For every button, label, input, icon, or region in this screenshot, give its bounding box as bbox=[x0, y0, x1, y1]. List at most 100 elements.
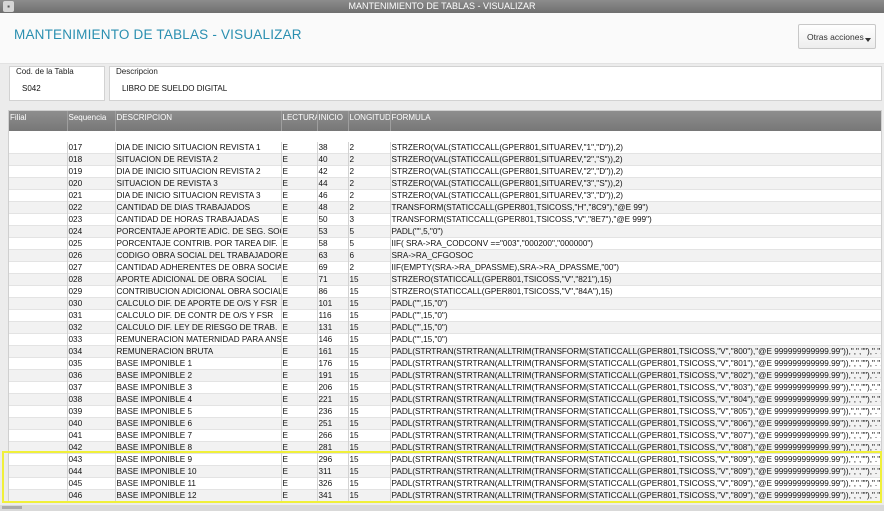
cell-sequencia: 019 bbox=[67, 165, 116, 178]
table-row[interactable]: 045 BASE IMPONIBLE 11 E 326 15 PADL(STRTRAN(S… bbox=[9, 477, 881, 490]
descripcion-field[interactable]: Descripcion LIBRO DE SUELDO DIGITAL bbox=[109, 66, 882, 101]
cell-longitud: 15 bbox=[348, 357, 391, 370]
cell-sequencia: 037 bbox=[67, 381, 116, 394]
data-grid[interactable]: Filial Sequencia DESCRIPCION LECTURA INI… bbox=[8, 110, 882, 502]
cell-sequencia: 020 bbox=[67, 177, 116, 190]
cell-filial bbox=[9, 393, 68, 406]
cell-formula: STRZERO(VAL(STATICCALL(GPER801,SITUAREV,… bbox=[390, 165, 881, 178]
cell-filial bbox=[9, 345, 68, 358]
cell-formula: PADL(STRTRAN(STRTRAN(ALLTRIM(TRANSFORM(S… bbox=[390, 453, 882, 466]
table-row[interactable]: 046 BASE IMPONIBLE 12 E 341 15 PADL(STRTRAN(S… bbox=[9, 489, 881, 501]
table-row[interactable]: 027 CANTIDAD ADHERENTES DE OBRA SOCIAL E 69… bbox=[9, 261, 881, 274]
table-row[interactable]: 039 BASE IMPONIBLE 5 E 236 15 PADL(STRTRAN(ST… bbox=[9, 405, 881, 418]
table-row[interactable]: 018 SITUACION DE REVISTA 2 E 40 2 STRZERO(VAL… bbox=[9, 153, 881, 166]
cell-formula: PADL("",15,"0") bbox=[390, 333, 881, 346]
cell-longitud: 15 bbox=[348, 273, 391, 286]
table-row[interactable]: 024 PORCENTAJE APORTE ADIC. DE SEG. SOC E 5… bbox=[9, 225, 881, 238]
table-row[interactable]: 022 CANTIDAD DE DIAS TRABAJADOS E 48 2 TRANSF… bbox=[9, 201, 881, 214]
table-row[interactable]: 021 DIA DE INICIO SITUACION REVISTA 3 E 46 2… bbox=[9, 189, 881, 202]
cell-descripcion: BASE IMPONIBLE 10 bbox=[115, 465, 282, 478]
cell-filial bbox=[9, 321, 68, 334]
cell-descripcion: REMUNERACION BRUTA bbox=[115, 345, 282, 358]
cell-formula: PADL(STRTRAN(STRTRAN(ALLTRIM(TRANSFORM(S… bbox=[390, 441, 882, 454]
cell-descripcion: BASE IMPONIBLE 5 bbox=[115, 405, 282, 418]
cell-formula: SRA->RA_CFGOSOC bbox=[390, 249, 881, 262]
column-header-formula[interactable]: FORMULA bbox=[390, 111, 881, 131]
cell-descripcion: PORCENTAJE CONTRIB. POR TAREA DIF. bbox=[115, 237, 282, 250]
resize-grip-icon[interactable] bbox=[2, 506, 22, 509]
more-actions-label: Otras acciones bbox=[807, 32, 864, 42]
cell-formula: IIF( SRA->RA_CODCONV =="003","000200","0… bbox=[390, 237, 881, 250]
cell-filial bbox=[9, 213, 68, 226]
cell-longitud: 2 bbox=[348, 177, 391, 190]
cell-lectura: E bbox=[281, 321, 318, 334]
cell-lectura: E bbox=[281, 273, 318, 286]
cell-formula: TRANSFORM(STATICCALL(GPER801,TSICOSS,"V"… bbox=[390, 213, 881, 226]
page-header: MANTENIMIENTO DE TABLAS - VISUALIZAR Otr… bbox=[0, 13, 884, 64]
cell-formula: PADL(STRTRAN(STRTRAN(ALLTRIM(TRANSFORM(S… bbox=[390, 465, 882, 478]
status-bar bbox=[0, 505, 884, 511]
cell-longitud: 15 bbox=[348, 393, 391, 406]
cell-sequencia: 018 bbox=[67, 153, 116, 166]
table-row[interactable]: 036 BASE IMPONIBLE 2 E 191 15 PADL(STRTRAN(ST… bbox=[9, 369, 882, 382]
cell-descripcion: SITUACION DE REVISTA 3 bbox=[115, 177, 282, 190]
cell-longitud: 2 bbox=[348, 261, 391, 274]
table-row[interactable]: 020 SITUACION DE REVISTA 3 E 44 2 STRZERO(VAL… bbox=[9, 177, 881, 190]
table-row-blank[interactable] bbox=[9, 131, 881, 142]
table-row[interactable]: 047BASE IMPONIBLE 13E35615PADL(STRTRAN(S… bbox=[9, 502, 882, 503]
table-row[interactable]: 019 DIA DE INICIO SITUACION REVISTA 2 E 42 2… bbox=[9, 165, 881, 178]
cell-lectura: E bbox=[281, 261, 318, 274]
table-row[interactable]: 031 CALCULO DIF. DE CONTR DE O/S Y FSR E 11… bbox=[9, 309, 881, 322]
cell-longitud: 15 bbox=[348, 297, 391, 310]
cell-sequencia: 021 bbox=[67, 189, 116, 202]
table-row[interactable]: 025 PORCENTAJE CONTRIB. POR TAREA DIF. E 58… bbox=[9, 237, 881, 250]
cell-descripcion: BASE IMPONIBLE 11 bbox=[115, 477, 282, 490]
table-row[interactable]: 035 BASE IMPONIBLE 1 E 176 15 PADL(STRTRAN(ST… bbox=[9, 357, 881, 370]
table-row[interactable]: 023 CANTIDAD DE HORAS TRABAJADAS E 50 3 TRANS… bbox=[9, 213, 881, 226]
column-header-longitud[interactable]: LONGITUD bbox=[348, 111, 391, 131]
grid-header-row: Filial Sequencia DESCRIPCION LECTURA INI… bbox=[9, 111, 881, 131]
column-header-descripcion[interactable]: DESCRIPCION bbox=[115, 111, 282, 131]
cell-filial bbox=[9, 369, 68, 382]
cell-filial bbox=[9, 417, 68, 430]
table-row[interactable]: 029 CONTRIBUCION ADICIONAL OBRA SOCIAL E 86… bbox=[9, 285, 881, 298]
cod-tabla-field[interactable]: Cod. de la Tabla S042 bbox=[9, 66, 105, 101]
app-icon[interactable]: ▪ bbox=[3, 1, 14, 12]
cell-filial bbox=[9, 153, 68, 166]
cell-longitud: 15 bbox=[348, 345, 391, 358]
table-row[interactable]: 041 BASE IMPONIBLE 7 E 266 15 PADL(STRTRAN(ST… bbox=[9, 429, 881, 442]
table-row[interactable]: 043 BASE IMPONIBLE 9 E 296 15 PADL(STRTRAN(ST… bbox=[9, 453, 882, 466]
cell-longitud: 15 bbox=[348, 429, 391, 442]
cell-inicio: 176 bbox=[317, 357, 349, 370]
column-header-lectura[interactable]: LECTURA bbox=[281, 111, 318, 131]
table-row[interactable]: 030 CALCULO DIF. DE APORTE DE O/S Y FSR E 1… bbox=[9, 297, 881, 310]
cell-longitud: 3 bbox=[348, 213, 391, 226]
cell-sequencia: 042 bbox=[67, 441, 116, 454]
cell-lectura: E bbox=[281, 142, 318, 154]
table-row[interactable]: 026 CODIGO OBRA SOCIAL DEL TRABAJADOR E 63 6… bbox=[9, 249, 881, 262]
table-row[interactable]: 028 APORTE ADICIONAL DE OBRA SOCIAL E 71 15 S… bbox=[9, 273, 881, 286]
cell-filial bbox=[9, 489, 68, 501]
column-header-sequencia[interactable]: Sequencia bbox=[67, 111, 116, 131]
table-row[interactable]: 017 DIA DE INICIO SITUACION REVISTA 1 E 38 2… bbox=[9, 142, 881, 154]
more-actions-button[interactable]: Otras acciones bbox=[798, 24, 876, 49]
cell-formula: PADL(STRTRAN(STRTRAN(ALLTRIM(TRANSFORM(S… bbox=[390, 369, 882, 382]
table-row[interactable]: 040 BASE IMPONIBLE 6 E 251 15 PADL(STRTRAN(ST… bbox=[9, 417, 881, 430]
column-header-inicio[interactable]: INICIO bbox=[317, 111, 349, 131]
cell-formula: PADL(STRTRAN(STRTRAN(ALLTRIM(TRANSFORM(S… bbox=[390, 502, 882, 503]
table-row[interactable]: 032 CALCULO DIF. LEY DE RIESGO DE TRAB. E 1… bbox=[9, 321, 881, 334]
cell-descripcion: CANTIDAD DE HORAS TRABAJADAS bbox=[115, 213, 282, 226]
cell-descripcion: BASE IMPONIBLE 9 bbox=[115, 453, 282, 466]
cell-descripcion: BASE IMPONIBLE 12 bbox=[115, 489, 282, 501]
table-row[interactable]: 044 BASE IMPONIBLE 10 E 311 15 PADL(STRTRAN(S… bbox=[9, 465, 882, 478]
cell-lectura: E bbox=[281, 369, 318, 382]
cell-descripcion: CALCULO DIF. LEY DE RIESGO DE TRAB. bbox=[115, 321, 282, 334]
table-row[interactable]: 038 BASE IMPONIBLE 4 E 221 15 PADL(STRTRAN(ST… bbox=[9, 393, 881, 406]
column-header-filial[interactable]: Filial bbox=[9, 111, 68, 131]
table-row[interactable]: 042 BASE IMPONIBLE 8 E 281 15 PADL(STRTRAN(ST… bbox=[9, 441, 882, 454]
table-row[interactable]: 034 REMUNERACION BRUTA E 161 15 PADL(STRTRAN(… bbox=[9, 345, 881, 358]
table-row[interactable]: 037 BASE IMPONIBLE 3 E 206 15 PADL(STRTRAN(ST… bbox=[9, 381, 881, 394]
table-row[interactable]: 033 REMUNERACION MATERNIDAD PARA ANSES E 14… bbox=[9, 333, 881, 346]
cell-longitud: 15 bbox=[348, 381, 391, 394]
cell-descripcion: DIA DE INICIO SITUACION REVISTA 3 bbox=[115, 189, 282, 202]
